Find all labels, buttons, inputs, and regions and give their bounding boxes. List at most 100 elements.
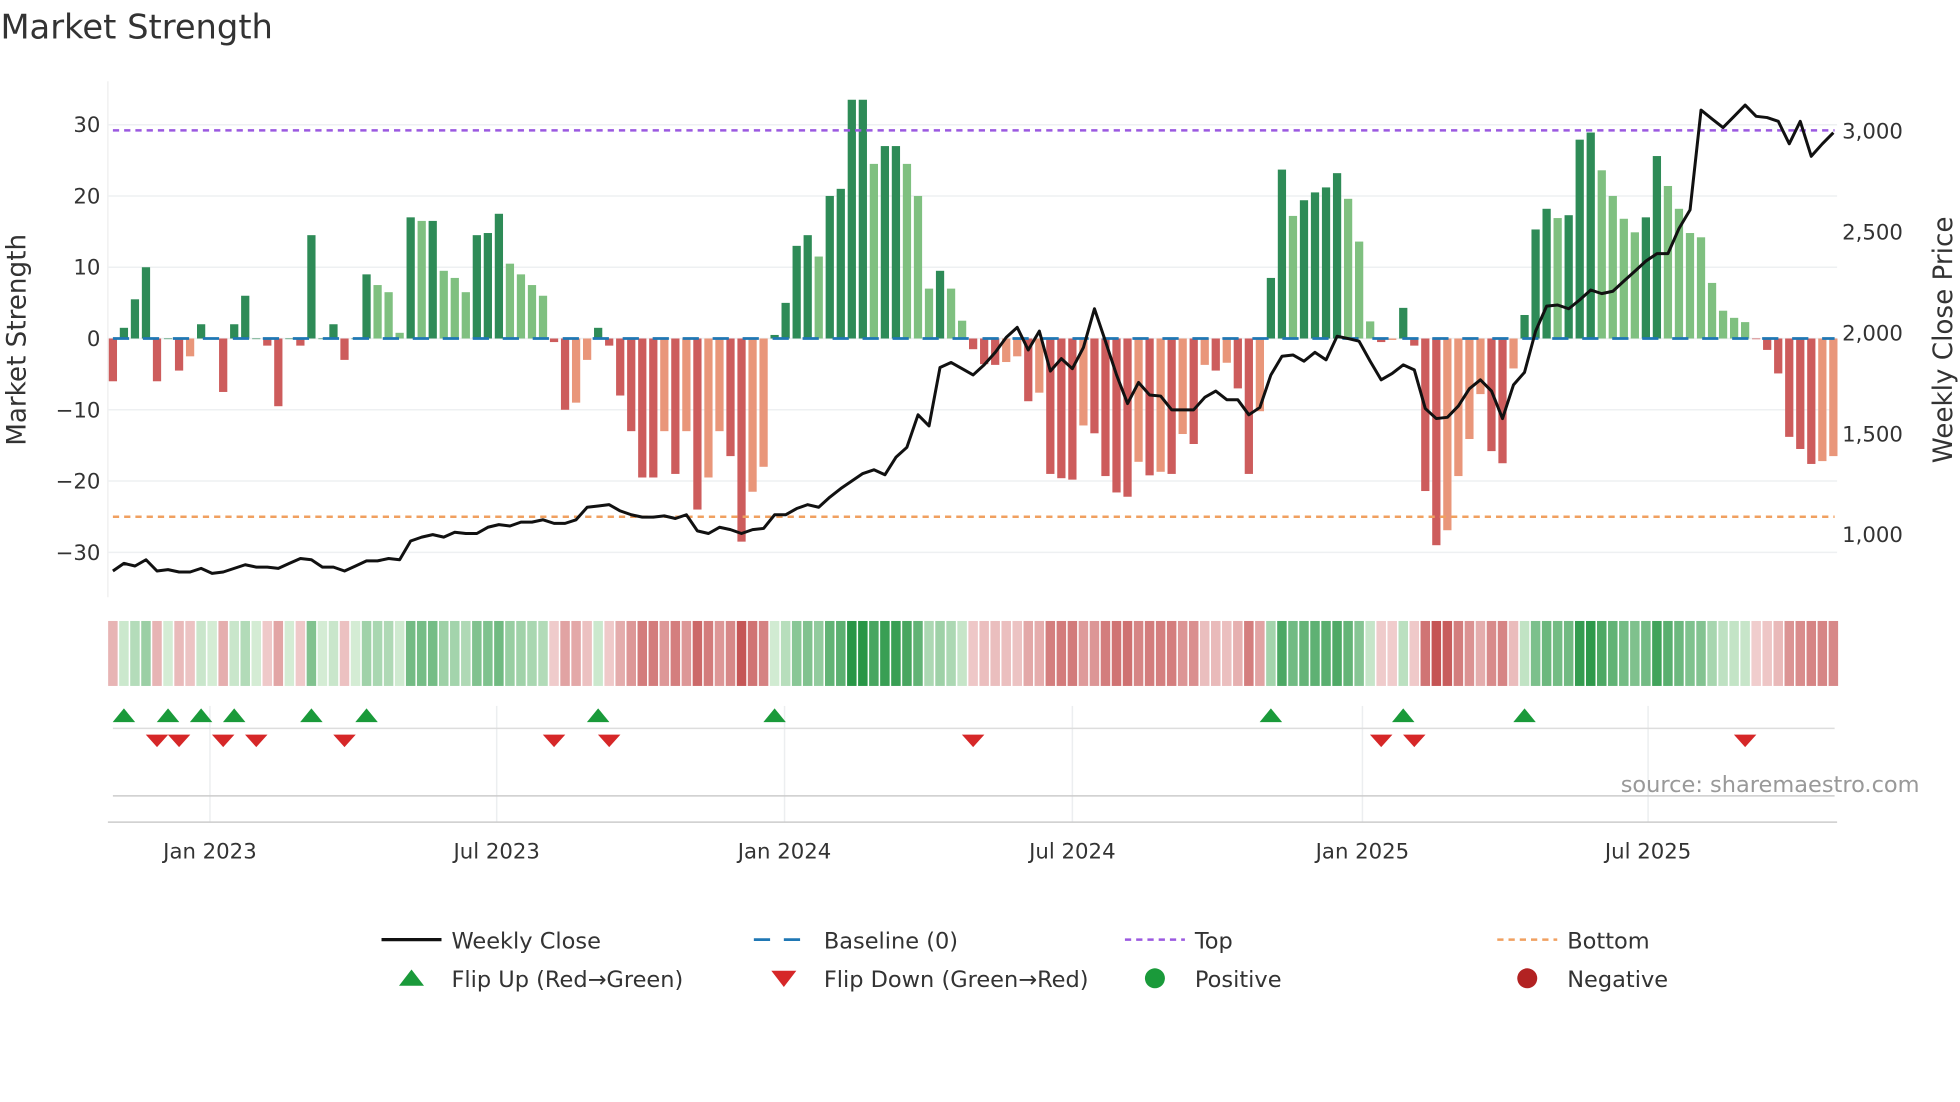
strength-bar: [638, 338, 647, 478]
y2-tick-label: 2,500: [1842, 221, 1903, 246]
strength-bar: [671, 338, 680, 474]
strength-bar: [1729, 317, 1739, 339]
strength-bar: [439, 270, 448, 339]
heat-strip-cell: [328, 620, 339, 686]
heat-strip-cell: [1563, 620, 1574, 686]
x-tick-label: Jul 2025: [1603, 839, 1691, 864]
heat-strip-cell: [1707, 620, 1717, 686]
flip-up-marker: [156, 708, 180, 723]
heat-strip-cell: [1188, 620, 1199, 686]
strength-bar: [230, 324, 239, 339]
heat-strip-cell: [1233, 620, 1243, 686]
strength-bar: [1752, 338, 1761, 340]
heat-strip-cell: [1111, 620, 1122, 686]
heat-strip-cell: [1431, 620, 1442, 686]
heat-strip-cell: [813, 620, 824, 686]
strength-bar: [450, 277, 459, 339]
strength-bar: [726, 338, 735, 457]
strength-bar: [935, 270, 945, 339]
heat-strip-cell: [163, 620, 173, 686]
strength-bar: [969, 338, 978, 350]
heat-strip-cell: [1133, 620, 1144, 686]
strength-bar: [1774, 338, 1783, 374]
heat-strip-cell: [1420, 620, 1431, 686]
strength-bar: [891, 146, 901, 339]
heat-strip-cell: [516, 620, 526, 686]
heat-strip-cell: [383, 620, 394, 686]
strength-bar: [1520, 314, 1529, 339]
heat-strip-cell: [306, 620, 317, 686]
heat-strip-cell: [1453, 620, 1464, 686]
strength-bar: [1586, 132, 1595, 339]
strength-bar: [1134, 338, 1143, 462]
strength-bar: [1443, 338, 1452, 531]
heat-strip-cell: [141, 620, 151, 686]
heat-strip-cell: [416, 620, 427, 686]
heat-strip-cell: [152, 620, 162, 686]
flip-down-marker: [333, 734, 356, 748]
heat-strip-cell: [891, 620, 901, 686]
legend-label: Positive: [1195, 967, 1282, 993]
flip-up-marker: [189, 708, 213, 723]
flip-down-marker: [542, 734, 566, 748]
heat-strip-cell: [560, 620, 570, 686]
heat-strip-cell: [1685, 620, 1695, 686]
y2-tick-label: 3,000: [1842, 120, 1903, 145]
flip-down-marker: [1403, 734, 1426, 748]
strength-bar: [1785, 338, 1794, 437]
heat-strip-cell: [1001, 620, 1011, 686]
heat-strip-cell: [1530, 620, 1541, 686]
y-axis-label: Market Strength: [2, 234, 32, 446]
heat-strip-cell: [494, 620, 504, 686]
strength-bar: [1807, 338, 1816, 464]
strength-bar: [1189, 338, 1198, 444]
strength-bar: [1818, 338, 1827, 462]
legend-label: Negative: [1567, 967, 1668, 993]
heat-strip-cell: [119, 620, 129, 686]
heat-strip-cell: [1696, 620, 1706, 686]
heat-strip-cell: [1828, 620, 1839, 686]
heat-strip-cell: [1508, 620, 1519, 686]
legend-item-dot: Top: [1124, 928, 1233, 954]
strength-bar: [362, 274, 371, 339]
heat-strip-cell: [472, 620, 482, 686]
heat-strip-cell: [1122, 620, 1133, 686]
heat-strip-cell: [1674, 620, 1684, 686]
heat-strip-cell: [1034, 620, 1045, 686]
strength-bar: [483, 233, 492, 339]
strength-bar: [836, 188, 845, 339]
strength-bar: [494, 213, 504, 339]
strength-bar: [792, 245, 801, 339]
y-tick-label: 0: [87, 327, 101, 352]
heat-strip-cell: [1652, 620, 1662, 686]
strength-bar: [1707, 282, 1717, 339]
y-tick-label: 20: [73, 184, 100, 209]
strength-bar: [869, 163, 878, 339]
strength-bar: [516, 274, 526, 339]
strength-bar: [307, 235, 316, 339]
strength-bar: [715, 338, 724, 432]
strength-bar: [1145, 338, 1154, 476]
strength-bar: [682, 338, 691, 432]
heat-strip-cell: [1244, 620, 1254, 686]
strength-bar: [472, 235, 481, 339]
legend-item-circle: Negative: [1517, 967, 1668, 993]
x-tick-label: Jan 2025: [1314, 839, 1410, 864]
legend-item-circle: Positive: [1144, 967, 1282, 993]
strength-bar: [957, 320, 967, 339]
y2-tick-label: 1,500: [1842, 422, 1903, 447]
x-ticks: Jan 2023 Jul 2023 Jan 2024 Jul 2024 Jan 2025…: [161, 839, 1691, 864]
heat-strip-cell: [538, 620, 548, 686]
heat-strip-cell: [1740, 620, 1750, 686]
strength-bar: [946, 288, 956, 339]
strength-bar: [108, 338, 118, 382]
heat-strip-cell: [1608, 620, 1618, 686]
heat-strip-cell: [1497, 620, 1508, 686]
strength-bar: [1652, 156, 1662, 339]
strength-bar: [571, 338, 581, 403]
heat-strip-cell: [869, 620, 879, 686]
heat-strip-cell: [1343, 620, 1353, 686]
heat-strip-cell: [736, 620, 747, 686]
heat-strip-cell: [273, 620, 284, 686]
heat-strip-cell: [1409, 620, 1420, 686]
